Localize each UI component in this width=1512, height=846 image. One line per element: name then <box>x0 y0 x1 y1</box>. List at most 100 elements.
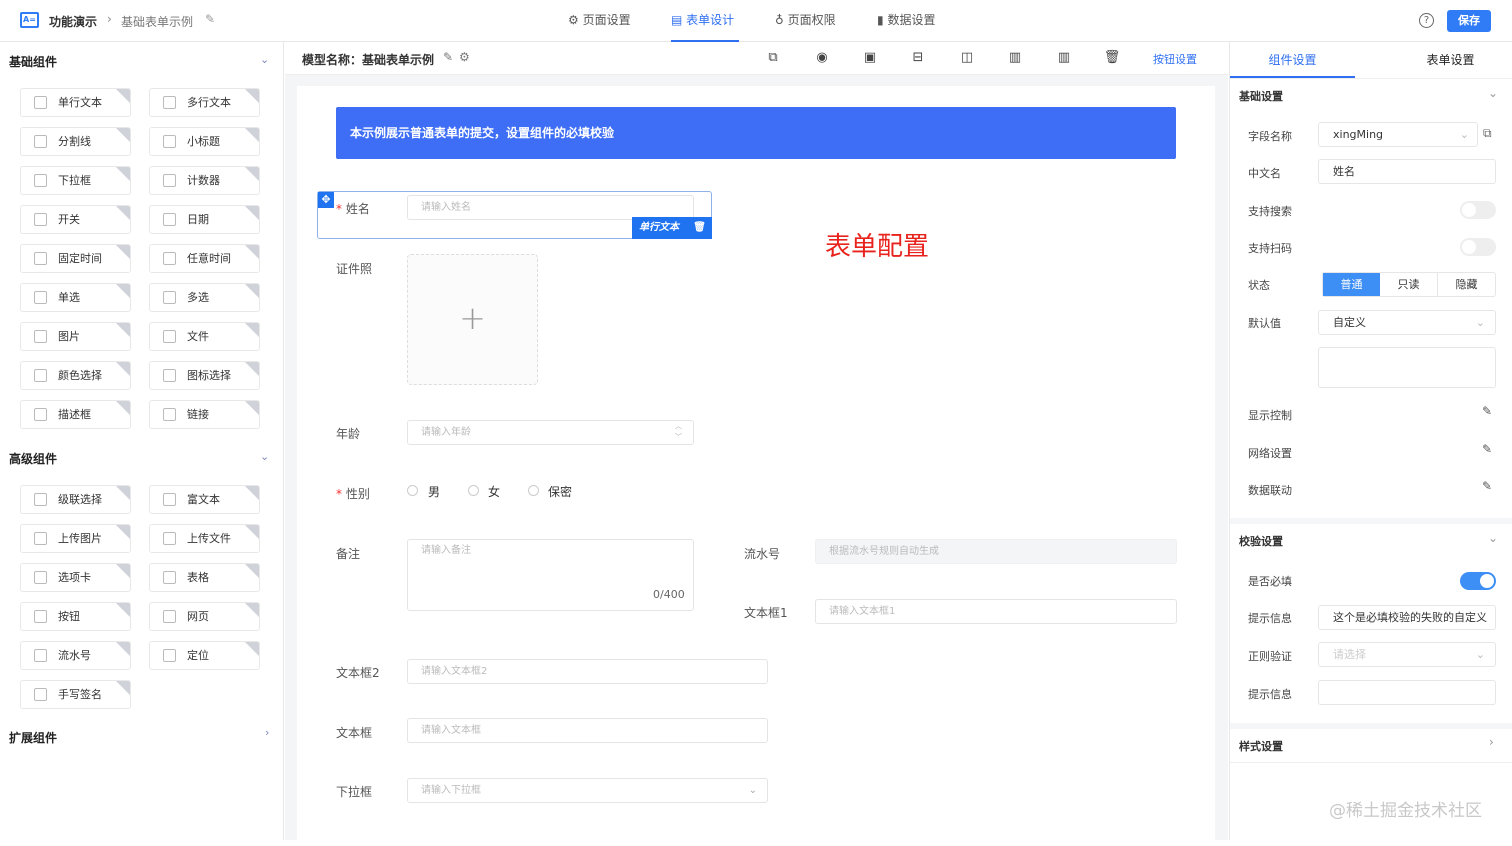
chinese-name-input[interactable]: 姓名 <box>1318 159 1496 184</box>
rows-icon[interactable]: ⊟ <box>909 50 927 66</box>
component-item[interactable]: 下拉框 <box>20 166 131 195</box>
component-item[interactable]: 计数器 <box>149 166 260 195</box>
default-value-select[interactable]: 自定义 ⌄ <box>1318 310 1496 335</box>
component-item[interactable]: 富文本 <box>149 485 260 514</box>
component-item[interactable]: 单选 <box>20 283 131 312</box>
tab-page-permissions[interactable]: ♁ 页面权限 <box>775 0 836 42</box>
edit-model-icon[interactable]: ✎ <box>443 50 453 64</box>
chevron-down-icon[interactable]: ⌄ <box>1488 531 1498 545</box>
component-item[interactable]: 分割线 <box>20 127 131 156</box>
component-icon <box>34 330 47 343</box>
component-item[interactable]: 流水号 <box>20 641 131 670</box>
section-advanced-title[interactable]: 高级组件 <box>9 450 57 467</box>
trash-icon[interactable]: 🗑 <box>693 217 706 239</box>
age-input[interactable]: 请输入年龄 <box>407 420 694 445</box>
edit-icon[interactable]: ✎ <box>1482 404 1492 418</box>
state-hidden[interactable]: 隐藏 <box>1438 273 1495 296</box>
component-item[interactable]: 描述框 <box>20 400 131 429</box>
tab-component-settings[interactable]: 组件设置 <box>1230 42 1355 78</box>
required-toggle[interactable] <box>1460 572 1496 590</box>
copy-icon[interactable]: ⧉ <box>1483 126 1492 141</box>
component-item[interactable]: 按钮 <box>20 602 131 631</box>
link-icon[interactable]: ⧉ <box>764 50 782 66</box>
error-message-input[interactable]: 这个是必填校验的失败的自定义 <box>1318 605 1496 630</box>
component-item[interactable]: 定位 <box>149 641 260 670</box>
basic-settings-title[interactable]: 基础设置 <box>1239 88 1283 104</box>
label: 正则验证 <box>1248 650 1292 663</box>
component-item[interactable]: 表格 <box>149 563 260 592</box>
three-columns-icon[interactable]: ▥ <box>1006 50 1024 66</box>
edit-title-icon[interactable]: ✎ <box>205 12 215 26</box>
component-item[interactable]: 日期 <box>149 205 260 234</box>
code-icon[interactable]: ▣ <box>861 50 879 66</box>
component-item[interactable]: 多行文本 <box>149 88 260 117</box>
component-item[interactable]: 级联选择 <box>20 485 131 514</box>
component-item[interactable]: 开关 <box>20 205 131 234</box>
style-settings-title[interactable]: 样式设置 <box>1239 738 1283 754</box>
button-settings-link[interactable]: 按钮设置 <box>1153 51 1197 67</box>
component-item[interactable]: 小标题 <box>149 127 260 156</box>
radio-female[interactable] <box>468 485 479 496</box>
component-item[interactable]: 固定时间 <box>20 244 131 273</box>
trash-icon[interactable]: 🗑 <box>1103 50 1121 66</box>
component-item[interactable]: 链接 <box>149 400 260 429</box>
radio-male[interactable] <box>407 485 418 496</box>
validation-settings-title[interactable]: 校验设置 <box>1239 533 1283 549</box>
photo-upload-button[interactable]: + <box>407 254 538 385</box>
help-icon[interactable]: ? <box>1419 13 1434 28</box>
edit-icon[interactable]: ✎ <box>1482 442 1492 456</box>
component-item[interactable]: 任意时间 <box>149 244 260 273</box>
field-name-select[interactable]: xingMing ⌄ <box>1318 122 1478 147</box>
number-stepper[interactable]: ︿ ﹀ <box>675 421 682 443</box>
component-item[interactable]: 图标选择 <box>149 361 260 390</box>
component-item[interactable]: 上传文件 <box>149 524 260 553</box>
selected-field-name[interactable]: ✥ * 姓名 请输入姓名 单行文本 🗑 <box>317 191 712 239</box>
select-placeholder: 请输入下拉框 <box>421 785 481 796</box>
component-item[interactable]: 多选 <box>149 283 260 312</box>
state-normal[interactable]: 普通 <box>1323 273 1380 296</box>
regex-message-input[interactable] <box>1318 680 1496 705</box>
component-item[interactable]: 上传图片 <box>20 524 131 553</box>
tab-data-settings[interactable]: ▮ 数据设置 <box>877 0 935 42</box>
gear-icon[interactable]: ⚙ <box>459 50 470 64</box>
component-item[interactable]: 文件 <box>149 322 260 351</box>
edit-icon[interactable]: ✎ <box>1482 479 1492 493</box>
section-basic-title[interactable]: 基础组件 <box>9 53 57 70</box>
chevron-right-icon[interactable]: › <box>1489 735 1494 749</box>
tab-form-design[interactable]: ▤ 表单设计 <box>671 0 739 42</box>
eye-icon[interactable]: ◉ <box>813 50 831 66</box>
chevron-down-icon[interactable]: ⌄ <box>260 53 269 66</box>
state-readonly[interactable]: 只读 <box>1380 273 1438 296</box>
chevron-down-icon[interactable]: ⌄ <box>260 450 269 463</box>
component-item[interactable]: 图片 <box>20 322 131 351</box>
tab-form-settings[interactable]: 表单设置 <box>1388 42 1512 78</box>
scan-toggle[interactable] <box>1460 238 1496 256</box>
component-item[interactable]: 网页 <box>149 602 260 631</box>
four-columns-icon[interactable]: ▥ <box>1055 50 1073 66</box>
radio-secret[interactable] <box>528 485 539 496</box>
chevron-down-icon: ⌄ <box>1475 316 1485 329</box>
two-columns-icon[interactable]: ◫ <box>958 50 976 66</box>
component-item[interactable]: 单行文本 <box>20 88 131 117</box>
text2-input[interactable]: 请输入文本框2 <box>407 659 768 684</box>
chevron-down-icon[interactable]: ⌄ <box>1488 86 1498 100</box>
select-dropdown[interactable]: 请输入下拉框 ⌄ <box>407 778 768 803</box>
component-item[interactable]: 手写签名 <box>20 680 131 709</box>
drag-move-icon[interactable]: ✥ <box>318 192 334 208</box>
search-toggle[interactable] <box>1460 201 1496 219</box>
save-button[interactable]: 保存 <box>1447 10 1491 32</box>
breadcrumb-app[interactable]: 功能演示 <box>49 13 97 30</box>
regex-select[interactable]: 请选择 ⌄ <box>1318 642 1496 667</box>
component-item[interactable]: 颜色选择 <box>20 361 131 390</box>
text1-input[interactable]: 请输入文本框1 <box>815 599 1177 624</box>
chevron-right-icon[interactable]: › <box>265 726 269 739</box>
corner-marker <box>245 603 259 617</box>
tab-page-settings[interactable]: ⚙ 页面设置 <box>568 0 631 42</box>
component-icon <box>34 649 47 662</box>
section-extension-title[interactable]: 扩展组件 <box>9 729 57 746</box>
remark-textarea[interactable]: 请输入备注 <box>407 539 694 611</box>
label: 支持扫码 <box>1248 242 1292 255</box>
default-value-textarea[interactable] <box>1318 347 1496 388</box>
component-item[interactable]: 选项卡 <box>20 563 131 592</box>
text-input[interactable]: 请输入文本框 <box>407 718 768 743</box>
